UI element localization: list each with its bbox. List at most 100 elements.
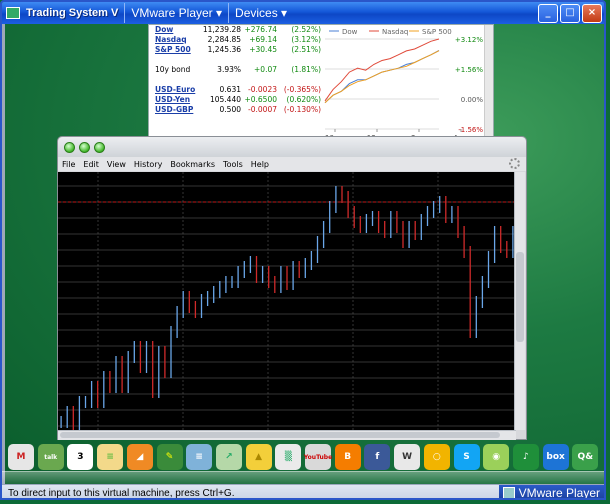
market-row-value: 2,284.85 <box>207 35 241 44</box>
dock-shelf <box>2 471 604 484</box>
market-row-name: 10y bond <box>155 65 191 74</box>
market-row-percent <box>277 75 321 85</box>
menu-view[interactable]: View <box>107 160 126 169</box>
box-icon[interactable]: box <box>542 444 569 470</box>
vmware-logo-text: VMware Player <box>518 486 600 500</box>
price-chart <box>58 172 516 430</box>
status-bar: To direct input to this virtual machine,… <box>2 484 604 500</box>
horizontal-scroll-thumb[interactable] <box>60 432 500 438</box>
browser-horizontal-scrollbar[interactable] <box>58 430 516 440</box>
menu-file[interactable]: File <box>62 160 75 169</box>
close-button[interactable]: × <box>582 4 602 23</box>
calendar-icon[interactable]: 3 <box>67 444 94 470</box>
music-disc-icon[interactable]: ◉ <box>483 444 510 470</box>
market-row-change: -0.0007 <box>248 105 277 114</box>
devices-menu[interactable]: Devices ▾ <box>229 3 293 23</box>
facebook-icon[interactable]: f <box>364 444 391 470</box>
market-row: 10y bond 3.93% +0.07 (1.81%) <box>155 65 321 75</box>
browser-vertical-scrollbar[interactable] <box>514 172 525 430</box>
status-text: To direct input to this virtual machine,… <box>8 487 235 499</box>
music-note-icon[interactable]: ♪ <box>512 444 539 470</box>
market-row-name <box>155 55 197 65</box>
market-row: USD-Euro 0.631 -0.0023 (-0.365%) <box>155 85 321 95</box>
menu-help[interactable]: Help <box>251 160 269 169</box>
market-row-change: +0.07 <box>254 65 277 74</box>
minimize-button[interactable]: _ <box>538 4 558 23</box>
close-dot-icon[interactable] <box>64 141 75 153</box>
youtube-icon[interactable]: YouTube <box>304 444 332 470</box>
app-icon <box>6 7 20 19</box>
rss-icon[interactable]: ◢ <box>126 444 153 470</box>
market-row-percent: (-0.365%) <box>283 85 321 94</box>
zoom-dot-icon[interactable] <box>94 141 105 153</box>
vmware-player-menu[interactable]: VMware Player ▾ <box>124 3 230 23</box>
market-row-name[interactable]: USD-GBP <box>155 105 197 115</box>
notes-icon[interactable]: ≡ <box>97 444 124 470</box>
market-row-change: +276.74 <box>244 25 277 34</box>
guest-left-bar <box>2 24 5 484</box>
menu-history[interactable]: History <box>134 160 162 169</box>
market-row: Dow 11,239.28 +276.74 (2.52%) <box>155 25 321 35</box>
market-table: Dow 11,239.28 +276.74 (2.52%) Nasdaq 2,284.85… <box>155 25 321 115</box>
vertical-scroll-thumb[interactable] <box>516 252 524 342</box>
market-row-value: 3.93% <box>217 65 241 74</box>
market-row-percent: (0.620%) <box>286 95 321 104</box>
market-row-percent <box>277 55 321 65</box>
vmware-logo: VMware Player <box>498 485 604 500</box>
orkut-icon[interactable]: ○ <box>423 444 450 470</box>
menu-tools[interactable]: Tools <box>223 160 243 169</box>
market-row-value <box>197 55 241 65</box>
browser-window: File Edit View History Bookmarks Tools Help <box>57 136 527 440</box>
market-row <box>155 55 321 65</box>
blogger-icon[interactable]: B <box>334 444 361 470</box>
market-row-change <box>241 75 277 85</box>
title-bar[interactable]: Trading System V VMware Player ▾ Devices… <box>2 2 604 24</box>
market-row: Nasdaq 2,284.85 +69.14 (3.12%) <box>155 35 321 45</box>
legend-label: Dow <box>342 28 358 36</box>
market-row-percent: (1.81%) <box>291 65 321 74</box>
browser-content[interactable] <box>58 172 516 430</box>
market-row-name[interactable]: S&P 500 <box>155 45 197 55</box>
maximize-button[interactable]: □ <box>560 4 580 23</box>
browser-title-bar[interactable] <box>58 137 526 157</box>
market-row-percent: (3.12%) <box>291 35 321 44</box>
loading-spinner-icon <box>509 158 520 169</box>
stocks-icon[interactable]: ↗ <box>215 444 242 470</box>
series-line <box>324 50 440 104</box>
minimize-dot-icon[interactable] <box>79 141 90 153</box>
market-row-change: +69.14 <box>249 35 277 44</box>
menu-edit[interactable]: Edit <box>83 160 99 169</box>
window-title: Trading System V <box>26 7 119 19</box>
market-row-change: -0.0023 <box>248 85 277 94</box>
market-row-name[interactable]: Dow <box>155 25 197 35</box>
market-row: USD-Yen 105.440 +0.6500 (0.620%) <box>155 95 321 105</box>
market-row-value: 0.500 <box>219 105 241 114</box>
spreadsheet-icon[interactable]: ▒ <box>275 444 302 470</box>
shopping-bag-icon[interactable]: ▲ <box>245 444 272 470</box>
market-row-change: +30.45 <box>249 45 277 54</box>
legend-label: S&P 500 <box>422 28 452 36</box>
market-scrollbar[interactable] <box>484 25 493 140</box>
menu-bookmarks[interactable]: Bookmarks <box>170 160 215 169</box>
gmail-icon[interactable]: M <box>8 444 34 470</box>
books-icon[interactable]: ≡ <box>186 444 213 470</box>
series-line <box>324 38 440 102</box>
market-row-name[interactable]: Nasdaq <box>155 35 197 45</box>
market-row-change: +0.6500 <box>244 95 277 104</box>
guest-desktop[interactable]: Dow 11,239.28 +276.74 (2.52%) Nasdaq 2,284.85… <box>2 24 604 484</box>
market-row-name[interactable]: USD-Euro <box>155 85 197 95</box>
qa-icon[interactable]: Q& <box>572 444 599 470</box>
market-mini-chart: DowNasdaqS&P 500+3.12%+1.56%0.00%-1.56%1… <box>324 28 483 140</box>
wikipedia-icon[interactable]: W <box>394 444 421 470</box>
skype-icon[interactable]: S <box>453 444 480 470</box>
talk-icon[interactable]: talk <box>37 444 64 470</box>
market-row-percent: (2.51%) <box>291 45 321 54</box>
y-tick-label: +1.56% <box>455 66 483 74</box>
market-row-value <box>197 75 241 85</box>
market-row-value: 1,245.36 <box>207 45 241 54</box>
legend-label: Nasdaq <box>382 28 408 36</box>
vmware-logo-icon <box>502 487 515 498</box>
market-row-name[interactable]: USD-Yen <box>155 95 197 105</box>
vmware-window: Trading System V VMware Player ▾ Devices… <box>0 0 606 500</box>
pencil-icon[interactable]: ✎ <box>156 444 183 470</box>
